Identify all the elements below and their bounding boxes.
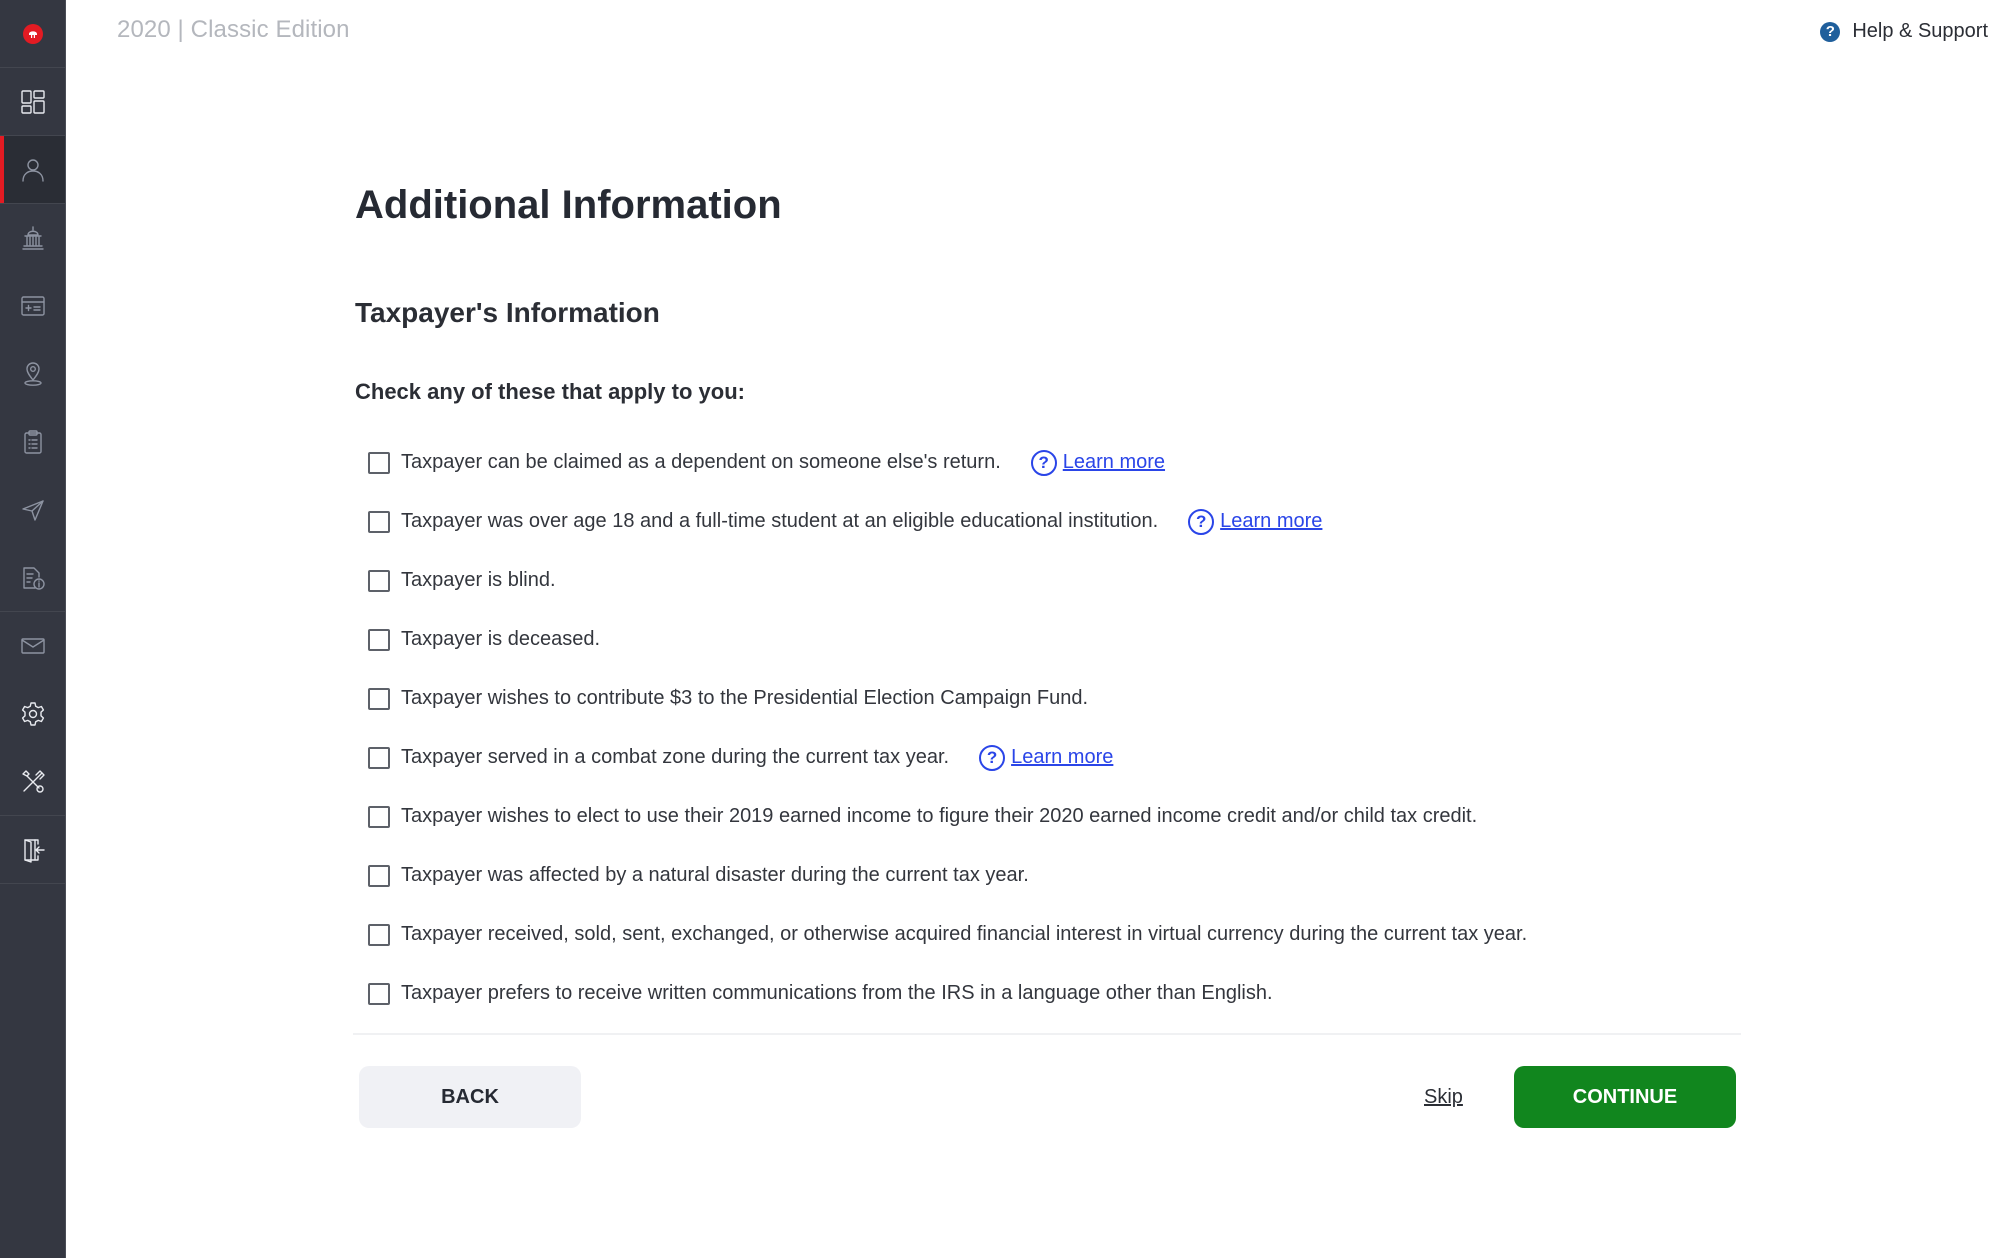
option-row: Taxpayer wishes to contribute $3 to the …	[353, 669, 1741, 728]
tools-icon	[21, 769, 45, 793]
sidebar-item-sign-out[interactable]	[0, 816, 65, 884]
help-support-link[interactable]: ? Help & Support	[1820, 20, 1988, 43]
option-row: Taxpayer was over age 18 and a full-time…	[353, 492, 1741, 551]
option-row: Taxpayer prefers to receive written comm…	[353, 964, 1741, 1023]
question-circle-icon: ?	[1820, 21, 1841, 42]
learn-more-link[interactable]: ? Learn more	[979, 744, 1113, 771]
skip-link[interactable]: Skip	[1424, 1086, 1463, 1109]
learn-more-label[interactable]: Learn more	[1063, 451, 1165, 474]
person-icon	[21, 158, 44, 182]
document-info-icon	[22, 566, 45, 590]
sidebar-item-location[interactable]	[0, 340, 65, 408]
sidebar-item-dashboard[interactable]	[0, 68, 65, 136]
blind-checkbox[interactable]	[368, 569, 390, 592]
option-label[interactable]: Taxpayer received, sold, sent, exchanged…	[401, 923, 1527, 946]
option-label[interactable]: Taxpayer wishes to elect to use their 20…	[401, 805, 1477, 828]
option-label[interactable]: Taxpayer served in a combat zone during …	[401, 746, 949, 769]
option-label[interactable]: Taxpayer is blind.	[401, 569, 556, 592]
learn-more-label[interactable]: Learn more	[1220, 510, 1322, 533]
option-row: Taxpayer is blind.	[353, 551, 1741, 610]
options-list: Taxpayer can be claimed as a dependent o…	[353, 433, 1741, 1023]
option-label[interactable]: Taxpayer wishes to contribute $3 to the …	[401, 687, 1088, 710]
footer-divider	[353, 1033, 1741, 1035]
sidebar-item-settings[interactable]	[0, 680, 65, 748]
option-label[interactable]: Taxpayer is deceased.	[401, 628, 600, 651]
deceased-checkbox[interactable]	[368, 628, 390, 651]
natural-disaster-checkbox[interactable]	[368, 864, 390, 887]
gear-icon	[21, 702, 44, 726]
question-circle-icon: ?	[1188, 508, 1215, 535]
send-arrow-icon	[21, 500, 44, 521]
sidebar-item-summary[interactable]	[0, 408, 65, 476]
option-row: Taxpayer wishes to elect to use their 20…	[353, 787, 1741, 846]
option-row: Taxpayer was affected by a natural disas…	[353, 846, 1741, 905]
language-preference-checkbox[interactable]	[368, 982, 390, 1005]
sidebar-logo[interactable]	[0, 0, 65, 68]
prior-year-income-checkbox[interactable]	[368, 805, 390, 828]
dashboard-grid-icon	[20, 89, 45, 114]
map-pin-icon	[23, 362, 42, 386]
section-title: Taxpayer's Information	[355, 297, 660, 328]
option-row: Taxpayer can be claimed as a dependent o…	[353, 433, 1741, 492]
app-title: 2020 | Classic Edition	[117, 16, 350, 43]
continue-button[interactable]: CONTINUE	[1514, 1066, 1736, 1128]
student-checkbox[interactable]	[368, 510, 390, 533]
checklist-prompt: Check any of these that apply to you:	[355, 379, 745, 404]
question-circle-icon: ?	[979, 744, 1006, 771]
sidebar-item-filing[interactable]	[0, 476, 65, 544]
combat-zone-checkbox[interactable]	[368, 746, 390, 769]
sidebar-item-state[interactable]	[0, 272, 65, 340]
option-row: Taxpayer served in a combat zone during …	[353, 728, 1741, 787]
campaign-fund-checkbox[interactable]	[368, 687, 390, 710]
sidebar-item-personal-info[interactable]	[0, 136, 65, 204]
calculator-card-icon	[20, 296, 45, 316]
envelope-icon	[20, 638, 45, 654]
capitol-building-icon	[21, 226, 44, 250]
option-label[interactable]: Taxpayer prefers to receive written comm…	[401, 982, 1273, 1005]
sign-out-door-icon	[23, 838, 45, 863]
virtual-currency-checkbox[interactable]	[368, 923, 390, 946]
page-title: Additional Information	[355, 183, 782, 227]
option-row: Taxpayer received, sold, sent, exchanged…	[353, 905, 1741, 964]
helmet-logo-icon	[22, 23, 43, 44]
option-label[interactable]: Taxpayer was over age 18 and a full-time…	[401, 510, 1158, 533]
learn-more-link[interactable]: ? Learn more	[1030, 449, 1165, 476]
learn-more-label[interactable]: Learn more	[1011, 746, 1113, 769]
sidebar	[0, 0, 66, 1258]
clipboard-list-icon	[23, 430, 42, 454]
sidebar-item-messages[interactable]	[0, 612, 65, 680]
sidebar-item-tools[interactable]	[0, 748, 65, 816]
dependent-checkbox[interactable]	[368, 451, 390, 474]
help-support-label: Help & Support	[1852, 20, 1988, 42]
sidebar-item-federal[interactable]	[0, 204, 65, 272]
back-button[interactable]: BACK	[359, 1066, 581, 1128]
sidebar-item-documents[interactable]	[0, 544, 65, 612]
learn-more-link[interactable]: ? Learn more	[1188, 508, 1322, 535]
option-label[interactable]: Taxpayer was affected by a natural disas…	[401, 864, 1029, 887]
option-row: Taxpayer is deceased.	[353, 610, 1741, 669]
option-label[interactable]: Taxpayer can be claimed as a dependent o…	[401, 451, 1001, 474]
question-circle-icon: ?	[1030, 449, 1057, 476]
